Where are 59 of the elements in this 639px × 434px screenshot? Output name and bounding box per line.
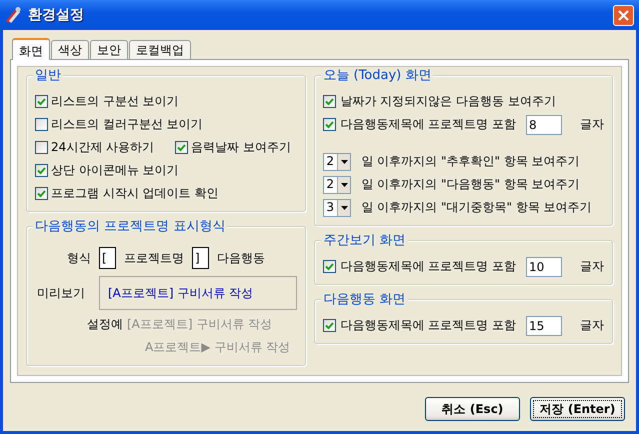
unit-label: 글자 bbox=[580, 117, 604, 132]
checkbox-label[interactable]: 날짜가 지정되지않은 다음행동 보여주기 bbox=[340, 94, 556, 109]
text-field[interactable]: 10 bbox=[526, 256, 562, 276]
example-text: [A프로젝트] 구비서류 작성 bbox=[127, 317, 272, 332]
option-label: 일 이후까지의 "대기중항목" 항목 보여주기 bbox=[361, 200, 592, 215]
checkbox-label[interactable]: 리스트의 컬러구분선 보이기 bbox=[51, 117, 203, 132]
checkbox-label[interactable]: 음력날짜 보여주기 bbox=[191, 140, 291, 155]
caret-icon bbox=[340, 206, 348, 210]
close-icon bbox=[618, 10, 629, 20]
group-title: 주간보기 화면 bbox=[321, 233, 408, 249]
checkbox[interactable] bbox=[35, 94, 48, 108]
checkbox[interactable] bbox=[323, 118, 336, 131]
option-label: 일 이후까지의 "다음행동" 항목 보여주기 bbox=[361, 177, 580, 192]
unit-label: 글자 bbox=[580, 259, 604, 274]
tab[interactable]: 로컬백업 bbox=[129, 40, 191, 59]
dialog-button[interactable]: 저장 (Enter) bbox=[530, 397, 625, 421]
prefix-field[interactable]: [ bbox=[99, 247, 116, 269]
checkbox[interactable] bbox=[323, 260, 336, 273]
day-dropdown[interactable]: 2 bbox=[323, 176, 352, 194]
tab[interactable]: 보안 bbox=[90, 40, 128, 59]
checkbox[interactable] bbox=[323, 319, 336, 332]
checkbox-label[interactable]: 24시간제 사용하기 bbox=[51, 140, 154, 155]
close-button[interactable] bbox=[613, 4, 634, 26]
text-field[interactable]: 15 bbox=[526, 316, 562, 336]
checkbox[interactable] bbox=[323, 95, 336, 108]
option-label: 일 이후까지의 "추후확인" 항목 보여주기 bbox=[361, 154, 580, 169]
group-title: 오늘 (Today) 화면 bbox=[321, 68, 434, 84]
group-title: 다음행동의 프로젝트명 표시형식 bbox=[33, 219, 228, 235]
checkbox-label[interactable]: 다음행동제목에 프로젝트명 포함 bbox=[340, 117, 516, 132]
checkbox-label[interactable]: 상단 아이콘메뉴 보이기 bbox=[51, 163, 179, 178]
unit-label: 글자 bbox=[580, 318, 604, 333]
group-title: 다음행동 화면 bbox=[321, 292, 408, 308]
checkbox-label[interactable]: 리스트의 구분선 보이기 bbox=[51, 94, 179, 109]
checkbox[interactable] bbox=[175, 140, 188, 154]
checkbox[interactable] bbox=[35, 186, 48, 200]
day-dropdown[interactable]: 2 bbox=[323, 152, 352, 170]
checkbox-label[interactable]: 프로그램 시작시 업데이트 확인 bbox=[51, 186, 218, 201]
tab[interactable]: 색상 bbox=[51, 40, 89, 59]
checkbox-label[interactable]: 다음행동제목에 프로젝트명 포함 bbox=[340, 318, 516, 333]
checkbox-label[interactable]: 다음행동제목에 프로젝트명 포함 bbox=[340, 259, 516, 274]
checkbox[interactable] bbox=[35, 140, 48, 154]
format-label: 형식 bbox=[67, 250, 91, 266]
caret-icon bbox=[340, 182, 348, 186]
checkbox[interactable] bbox=[35, 118, 48, 131]
example-text: A프로젝트▶ 구비서류 작성 bbox=[145, 340, 290, 355]
example-label: 설정예 bbox=[87, 317, 123, 332]
tab[interactable]: 화면 bbox=[12, 38, 50, 60]
caret-icon bbox=[340, 160, 348, 164]
checkbox[interactable] bbox=[35, 164, 48, 177]
preview-text: [A프로젝트] 구비서류 작성 bbox=[99, 276, 298, 310]
project-name-label: 프로젝트명 bbox=[124, 250, 184, 266]
text-field[interactable]: 8 bbox=[526, 114, 562, 134]
group-title: 일반 bbox=[33, 68, 63, 84]
day-dropdown[interactable]: 3 bbox=[323, 198, 352, 216]
window-title: 환경설정 bbox=[28, 6, 84, 24]
suffix-field[interactable]: ] bbox=[192, 247, 209, 269]
preview-label: 미리보기 bbox=[37, 286, 85, 300]
next-action-label: 다음행동 bbox=[217, 250, 265, 266]
dialog-button[interactable]: 취소 (Esc) bbox=[425, 397, 520, 421]
